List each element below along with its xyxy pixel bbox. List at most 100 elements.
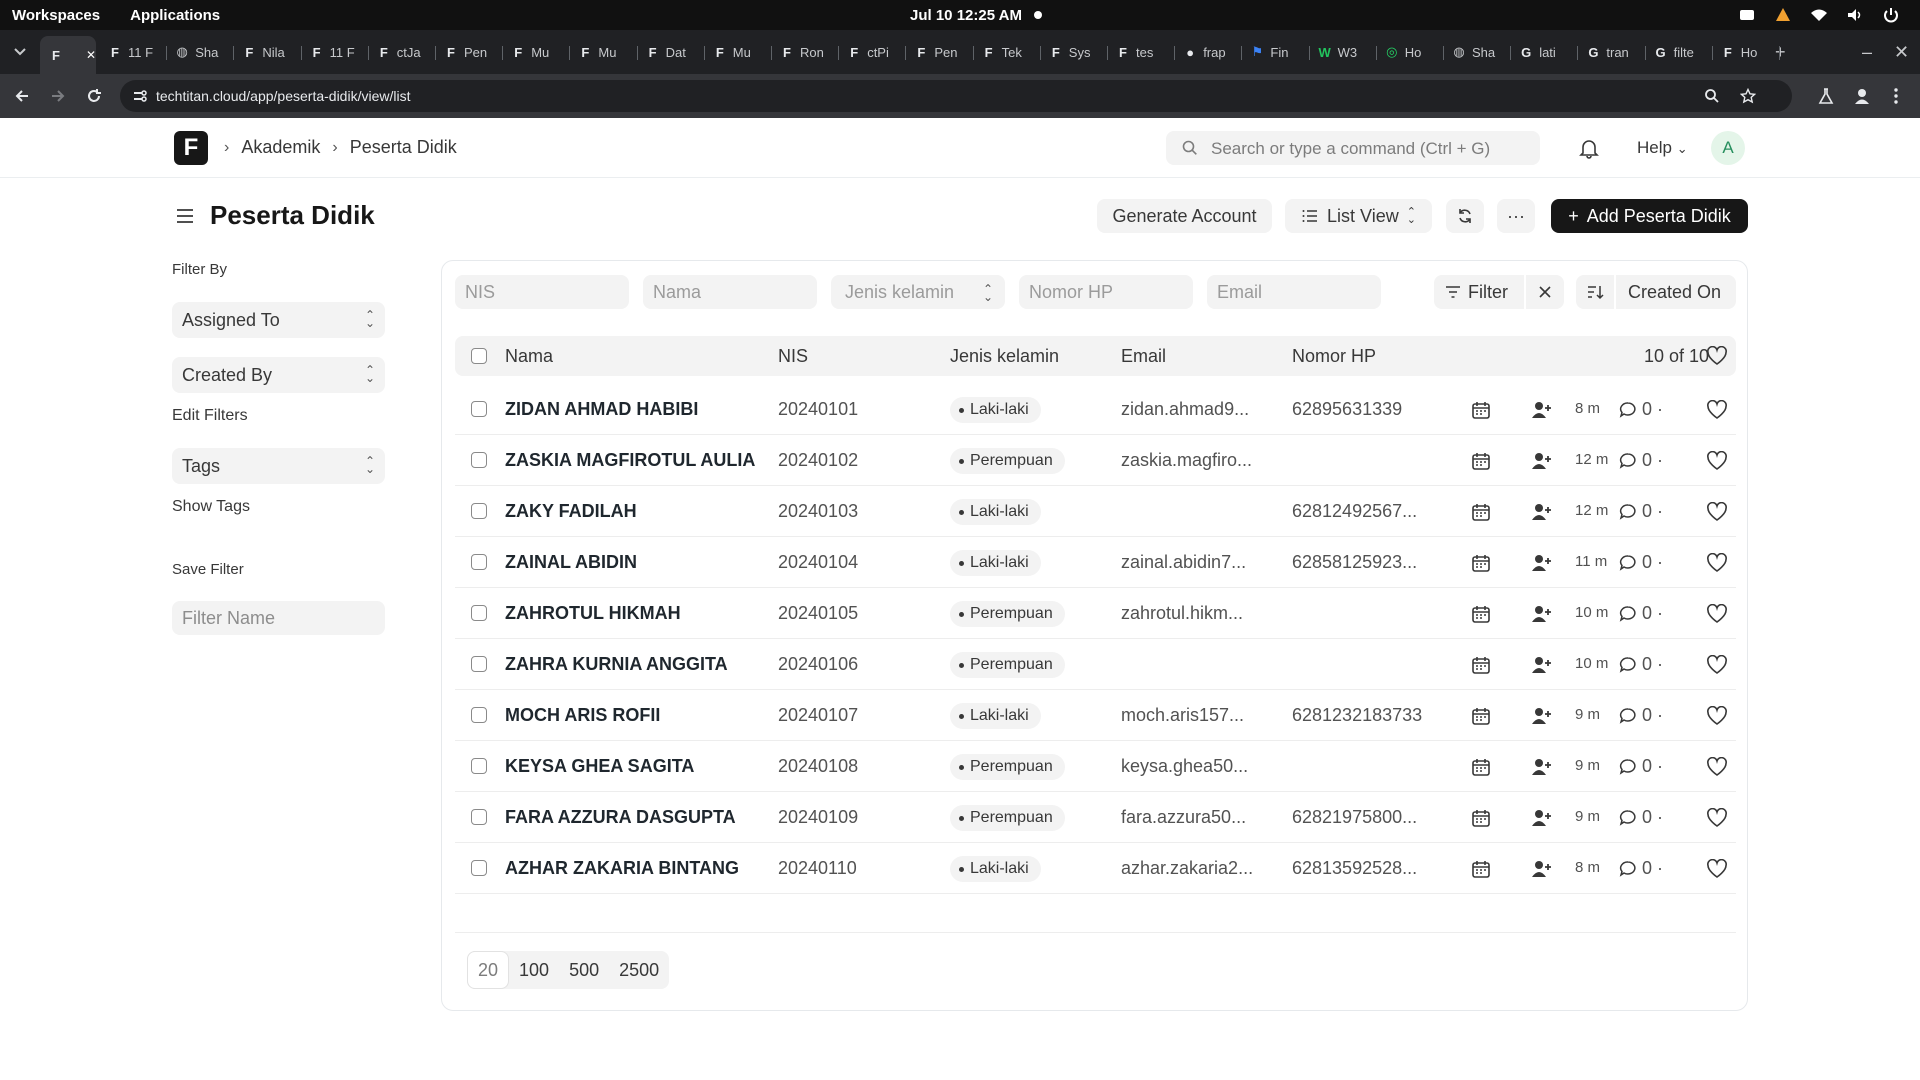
gender-badge[interactable]: Laki-laki: [950, 550, 1041, 576]
gender-badge[interactable]: Perempuan: [950, 754, 1065, 780]
heart-icon[interactable]: [1706, 859, 1728, 879]
comment-count[interactable]: 0 ·: [1619, 756, 1663, 777]
assign-user-icon[interactable]: [1531, 451, 1553, 471]
heart-icon[interactable]: [1706, 655, 1728, 675]
avatar[interactable]: A: [1711, 131, 1745, 165]
assigned-to-select[interactable]: Assigned To ⌃ ⌄: [172, 302, 385, 338]
heart-icon[interactable]: [1706, 706, 1728, 726]
comment-count[interactable]: 0 ·: [1619, 501, 1663, 522]
browser-tab[interactable]: W W3: [1317, 39, 1367, 65]
tab-search-icon[interactable]: [12, 41, 28, 59]
calendar-icon[interactable]: [1471, 553, 1491, 573]
select-all-checkbox[interactable]: [471, 348, 487, 364]
table-row[interactable]: MOCH ARIS ROFII 20240107 Laki-laki moch.ari…: [455, 690, 1736, 741]
minimize-icon[interactable]: –: [1862, 42, 1872, 62]
row-nama[interactable]: ZASKIA MAGFIROTUL AULIA: [505, 450, 755, 471]
calendar-icon[interactable]: [1471, 451, 1491, 471]
row-nama[interactable]: ZAHROTUL HIKMAH: [505, 603, 681, 624]
tags-select[interactable]: Tags ⌃ ⌄: [172, 448, 385, 484]
system-clock[interactable]: Jul 10 12:25 AM: [910, 7, 1022, 24]
table-row[interactable]: FARA AZZURA DASGUPTA 20240109 Perempuan far…: [455, 792, 1736, 843]
comment-count[interactable]: 0 ·: [1619, 450, 1663, 471]
row-checkbox[interactable]: [471, 809, 487, 825]
browser-tab[interactable]: FctJa: [376, 39, 426, 65]
row-nama[interactable]: FARA AZZURA DASGUPTA: [505, 807, 736, 828]
page-length-500[interactable]: 500: [559, 951, 609, 989]
frappe-logo[interactable]: F: [174, 131, 208, 165]
nama-filter-input[interactable]: Nama: [643, 275, 817, 309]
back-icon[interactable]: [12, 86, 32, 106]
row-nama[interactable]: AZHAR ZAKARIA BINTANG: [505, 858, 739, 879]
address-bar[interactable]: techtitan.cloud/app/peserta-didik/view/l…: [120, 80, 1792, 112]
row-checkbox[interactable]: [471, 605, 487, 621]
table-row[interactable]: ZAHRA KURNIA ANGGITA 20240106 Perempuan 10 …: [455, 639, 1736, 690]
browser-tab[interactable]: F Dat: [645, 39, 695, 65]
gender-badge[interactable]: Perempuan: [950, 448, 1065, 474]
column-jenis-kelamin[interactable]: Jenis kelamin: [950, 346, 1059, 367]
nomor-hp-filter-input[interactable]: Nomor HP: [1019, 275, 1193, 309]
gender-badge[interactable]: Laki-laki: [950, 703, 1041, 729]
browser-tab[interactable]: F Ho: [1720, 39, 1770, 65]
browser-tab[interactable]: F Tek: [981, 39, 1031, 65]
calendar-icon[interactable]: [1471, 859, 1491, 879]
assign-user-icon[interactable]: [1531, 400, 1553, 420]
site-info-icon[interactable]: [132, 88, 148, 104]
browser-tab[interactable]: F Pen: [913, 39, 963, 65]
row-checkbox[interactable]: [471, 401, 487, 417]
generate-account-button[interactable]: Generate Account: [1097, 199, 1272, 233]
column-nis[interactable]: NIS: [778, 346, 808, 367]
filter-name-input[interactable]: Filter Name: [172, 601, 385, 635]
column-nama[interactable]: Nama: [505, 346, 553, 367]
labs-flask-icon[interactable]: [1816, 86, 1836, 106]
gender-badge[interactable]: Laki-laki: [950, 397, 1041, 423]
created-by-select[interactable]: Created By ⌃ ⌄: [172, 357, 385, 393]
row-nama[interactable]: MOCH ARIS ROFII: [505, 705, 660, 726]
row-checkbox[interactable]: [471, 758, 487, 774]
row-checkbox[interactable]: [471, 503, 487, 519]
row-checkbox[interactable]: [471, 656, 487, 672]
gender-badge[interactable]: Laki-laki: [950, 499, 1041, 525]
sidebar-toggle-icon[interactable]: [175, 206, 195, 226]
comment-count[interactable]: 0 ·: [1619, 807, 1663, 828]
row-nama[interactable]: ZAKY FADILAH: [505, 501, 637, 522]
calendar-icon[interactable]: [1471, 757, 1491, 777]
heart-icon[interactable]: [1706, 553, 1728, 573]
zoom-icon[interactable]: [1704, 88, 1720, 104]
forward-icon[interactable]: [48, 86, 68, 106]
comment-count[interactable]: 0 ·: [1619, 552, 1663, 573]
row-checkbox[interactable]: [471, 707, 487, 723]
breadcrumb-akademik[interactable]: Akademik: [241, 137, 320, 158]
browser-tab[interactable]: F Sys: [1048, 39, 1098, 65]
row-nama[interactable]: ZAINAL ABIDIN: [505, 552, 637, 573]
assign-user-icon[interactable]: [1531, 553, 1553, 573]
breadcrumb-peserta-didik[interactable]: Peserta Didik: [350, 137, 457, 158]
assign-user-icon[interactable]: [1531, 655, 1553, 675]
page-length-100[interactable]: 100: [509, 951, 559, 989]
assign-user-icon[interactable]: [1531, 604, 1553, 624]
browser-tab[interactable]: F Mu: [712, 39, 762, 65]
comment-count[interactable]: 0 ·: [1619, 654, 1663, 675]
url-text[interactable]: techtitan.cloud/app/peserta-didik/view/l…: [156, 88, 410, 104]
assign-user-icon[interactable]: [1531, 502, 1553, 522]
comment-count[interactable]: 0 ·: [1619, 858, 1663, 879]
row-nama[interactable]: ZAHRA KURNIA ANGGITA: [505, 654, 728, 675]
browser-tab[interactable]: Gfilte: [1653, 39, 1703, 65]
gender-badge[interactable]: Perempuan: [950, 652, 1065, 678]
assign-user-icon[interactable]: [1531, 808, 1553, 828]
row-checkbox[interactable]: [471, 554, 487, 570]
comment-count[interactable]: 0 ·: [1619, 399, 1663, 420]
table-row[interactable]: KEYSA GHEA SAGITA 20240108 Perempuan keysa.…: [455, 741, 1736, 792]
heart-icon[interactable]: [1706, 757, 1728, 777]
applications-menu[interactable]: Applications: [130, 7, 220, 24]
edit-filters-link[interactable]: Edit Filters: [172, 407, 248, 425]
heart-icon[interactable]: [1706, 808, 1728, 828]
column-nomor-hp[interactable]: Nomor HP: [1292, 346, 1376, 367]
comment-count[interactable]: 0 ·: [1619, 603, 1663, 624]
browser-tab[interactable]: FctPi: [846, 39, 896, 65]
table-row[interactable]: ZAINAL ABIDIN 20240104 Laki-laki zainal.abi…: [455, 537, 1736, 588]
browser-tab[interactable]: F Pen: [443, 39, 493, 65]
browser-tab[interactable]: Glati: [1518, 39, 1568, 65]
calendar-icon[interactable]: [1471, 706, 1491, 726]
assign-user-icon[interactable]: [1531, 859, 1553, 879]
browser-tab[interactable]: ◍ Sha: [1451, 39, 1501, 65]
